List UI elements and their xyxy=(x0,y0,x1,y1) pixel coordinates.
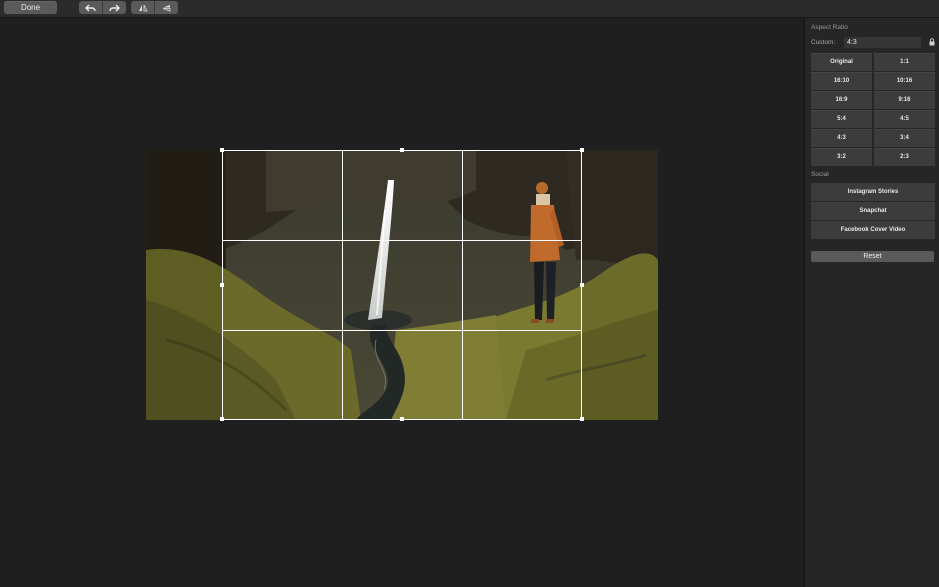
facebook-cover-video-button[interactable]: Facebook Cover Video xyxy=(811,221,935,239)
instagram-stories-button[interactable]: Instagram Stories xyxy=(811,183,935,201)
crop-handle-right[interactable] xyxy=(580,283,584,287)
redo-button[interactable] xyxy=(103,1,126,14)
flip-horizontal-button[interactable] xyxy=(131,1,155,14)
ratio-4-3-button[interactable]: 4:3 xyxy=(811,129,872,147)
aspect-ratio-heading: Aspect Ratio xyxy=(811,24,848,31)
crop-frame[interactable] xyxy=(220,148,584,421)
done-button[interactable]: Done xyxy=(4,1,57,14)
ratio-grid: Original 1:1 16:10 10:16 16:9 9:16 5:4 4… xyxy=(811,53,935,166)
lock-icon[interactable] xyxy=(929,38,935,46)
grid-line-vertical-2 xyxy=(462,151,463,419)
crop-mask-right xyxy=(582,150,658,420)
crop-handle-top-left[interactable] xyxy=(220,148,224,152)
social-heading: Social xyxy=(811,171,829,178)
ratio-3-2-button[interactable]: 3:2 xyxy=(811,148,872,166)
snapchat-button[interactable]: Snapchat xyxy=(811,202,935,220)
ratio-9-16-button[interactable]: 9:16 xyxy=(874,91,935,109)
photo-preview xyxy=(146,148,658,421)
crop-sidebar: Aspect Ratio Custom: 4:3 Original 1:1 16… xyxy=(804,18,939,587)
ratio-original-button[interactable]: Original xyxy=(811,53,872,71)
ratio-2-3-button[interactable]: 2:3 xyxy=(874,148,935,166)
crop-handle-bottom-right[interactable] xyxy=(580,417,584,421)
flip-group xyxy=(131,1,178,14)
crop-handle-top[interactable] xyxy=(400,148,404,152)
reset-button[interactable]: Reset xyxy=(811,251,934,262)
ratio-10-16-button[interactable]: 10:16 xyxy=(874,72,935,90)
ratio-16-10-button[interactable]: 16:10 xyxy=(811,72,872,90)
crop-handle-bottom[interactable] xyxy=(400,417,404,421)
undo-arrow-icon xyxy=(85,4,96,11)
ratio-3-4-button[interactable]: 3:4 xyxy=(874,129,935,147)
crop-handle-left[interactable] xyxy=(220,283,224,287)
crop-mask-left xyxy=(146,150,222,420)
crop-handle-bottom-left[interactable] xyxy=(220,417,224,421)
ratio-4-5-button[interactable]: 4:5 xyxy=(874,110,935,128)
ratio-5-4-button[interactable]: 5:4 xyxy=(811,110,872,128)
social-presets: Instagram Stories Snapchat Facebook Cove… xyxy=(811,183,935,240)
flip-vertical-button[interactable] xyxy=(155,1,178,14)
flip-vertical-icon xyxy=(162,4,170,12)
custom-ratio-input[interactable]: 4:3 xyxy=(844,37,921,48)
top-toolbar: Done xyxy=(0,0,939,18)
undo-redo-group xyxy=(79,1,126,14)
grid-line-horizontal-2 xyxy=(223,330,581,331)
crop-handle-top-right[interactable] xyxy=(580,148,584,152)
grid-line-vertical-1 xyxy=(342,151,343,419)
undo-button[interactable] xyxy=(79,1,103,14)
redo-arrow-icon xyxy=(109,4,120,11)
ratio-16-9-button[interactable]: 16:9 xyxy=(811,91,872,109)
ratio-1-1-button[interactable]: 1:1 xyxy=(874,53,935,71)
grid-line-horizontal-1 xyxy=(223,240,581,241)
flip-horizontal-icon xyxy=(138,4,148,11)
custom-ratio-row: Custom: 4:3 xyxy=(811,37,936,49)
custom-ratio-label: Custom: xyxy=(811,39,836,46)
